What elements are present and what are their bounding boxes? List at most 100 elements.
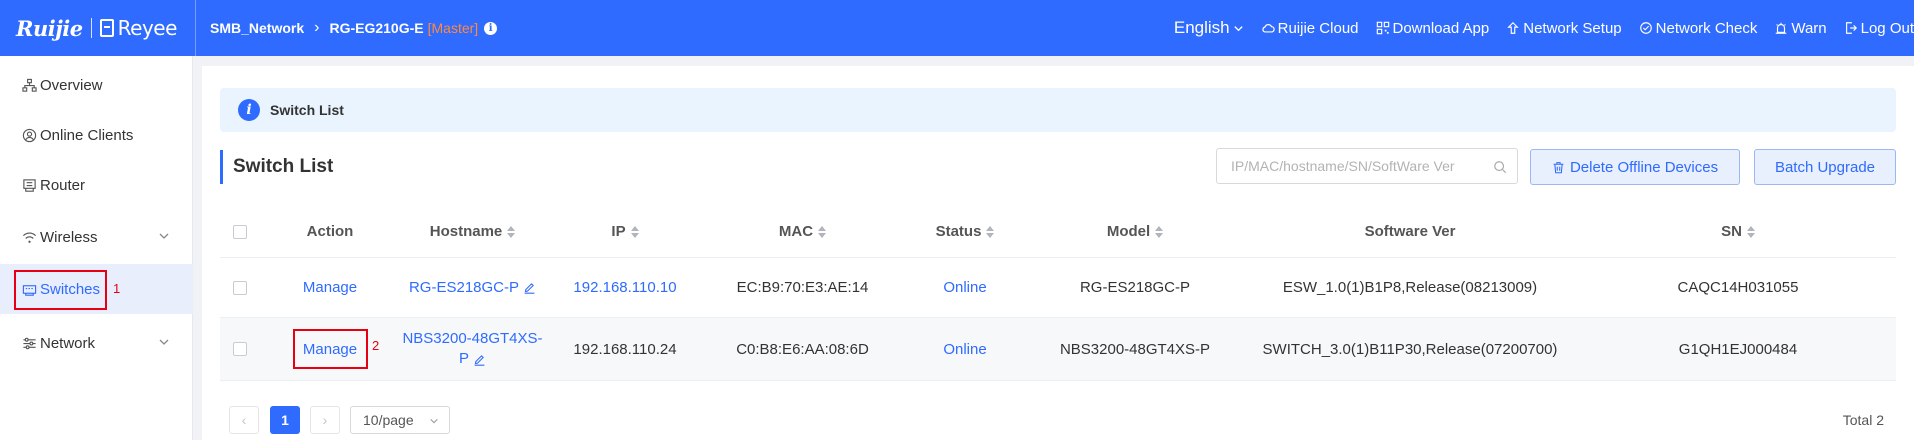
sn-cell: CAQC14H031055 bbox=[1677, 279, 1799, 296]
chevron-down-icon bbox=[159, 339, 169, 345]
sort-icon[interactable] bbox=[986, 225, 995, 238]
chevron-left-icon: ‹ bbox=[241, 412, 247, 428]
sort-icon[interactable] bbox=[630, 225, 639, 238]
network-setup-icon bbox=[1507, 21, 1519, 34]
software-ver-cell: ESW_1.0(1)B1P8,Release(08213009) bbox=[1282, 279, 1538, 296]
hostname-cell[interactable]: NBS3200-48GT4XS- P bbox=[400, 318, 545, 380]
row-checkbox[interactable] bbox=[233, 280, 247, 295]
info-icon: i bbox=[238, 99, 260, 121]
table-row: Manage RG-ES218GC-P 192.168.110.10 EC:B9… bbox=[220, 258, 1896, 318]
software-ver-cell: SWITCH_3.0(1)B11P30,Release(07200700) bbox=[1262, 340, 1558, 358]
sort-icon[interactable] bbox=[818, 225, 827, 238]
row-checkbox-cell bbox=[220, 258, 260, 317]
annotation-number-1: 1 bbox=[113, 281, 121, 296]
header-model-label: Model bbox=[1106, 223, 1151, 240]
select-all-checkbox-cell bbox=[220, 206, 260, 257]
hostname-text: RG-ES218GC-P bbox=[408, 279, 520, 296]
breadcrumb-chevron-icon: › bbox=[314, 19, 320, 36]
hostname-line2: P bbox=[459, 349, 486, 369]
ruijie-cloud-link[interactable]: Ruijie Cloud bbox=[1261, 20, 1359, 37]
page-title: Switch List bbox=[220, 150, 333, 184]
switches-highlight-box bbox=[14, 270, 107, 310]
network-check-link[interactable]: Network Check bbox=[1639, 20, 1757, 37]
edit-icon[interactable] bbox=[523, 281, 536, 294]
sidebar-item-router[interactable]: Router bbox=[0, 160, 193, 210]
logout-link[interactable]: Log Out bbox=[1844, 20, 1914, 37]
select-all-checkbox[interactable] bbox=[233, 224, 247, 239]
sidebar-item-network[interactable]: Network bbox=[0, 318, 193, 368]
delete-offline-devices-button[interactable]: Delete Offline Devices bbox=[1530, 149, 1740, 185]
batch-upgrade-button[interactable]: Batch Upgrade bbox=[1754, 149, 1896, 185]
sort-icon[interactable] bbox=[1746, 225, 1755, 238]
breadcrumb-network[interactable]: SMB_Network bbox=[210, 20, 304, 36]
reyee-mark-icon bbox=[99, 19, 114, 37]
header-ip-label: IP bbox=[611, 223, 626, 240]
header-sn[interactable]: SN bbox=[1580, 206, 1896, 257]
hostname-cell[interactable]: RG-ES218GC-P bbox=[400, 258, 545, 317]
ruijie-logo: Ruijie bbox=[16, 15, 83, 41]
sidebar-item-label: Network bbox=[40, 334, 96, 352]
next-page-button[interactable]: › bbox=[310, 406, 340, 434]
top-nav: English Ruijie Cloud Download App Networ… bbox=[1174, 0, 1914, 56]
ruijie-cloud-label: Ruijie Cloud bbox=[1277, 19, 1359, 37]
header-status-label: Status bbox=[935, 223, 982, 240]
search-box bbox=[1216, 148, 1518, 184]
page-number-button[interactable]: 1 bbox=[270, 406, 300, 434]
warn-link[interactable]: Warn bbox=[1774, 19, 1827, 37]
manage-link[interactable]: Manage bbox=[260, 258, 400, 317]
header-hostname-label: Hostname bbox=[429, 223, 503, 240]
row-checkbox-cell bbox=[220, 318, 260, 380]
header-model[interactable]: Model bbox=[1030, 206, 1240, 257]
mac-cell: C0:B8:E6:AA:08:6D bbox=[736, 340, 869, 358]
warn-label: Warn bbox=[1791, 19, 1827, 37]
network-setup-link[interactable]: Network Setup bbox=[1506, 19, 1622, 37]
header-hostname[interactable]: Hostname bbox=[400, 206, 545, 257]
language-select[interactable]: English bbox=[1174, 18, 1244, 38]
info-icon[interactable]: i bbox=[484, 21, 498, 35]
header-mac[interactable]: MAC bbox=[705, 206, 900, 257]
manage-highlight-box bbox=[293, 329, 368, 369]
search-icon[interactable] bbox=[1493, 160, 1507, 174]
header-status[interactable]: Status bbox=[900, 206, 1030, 257]
ip-link[interactable]: 192.168.110.10 bbox=[545, 258, 705, 317]
sidebar-item-online-clients[interactable]: Online Clients bbox=[0, 110, 193, 160]
mac-cell: EC:B9:70:E3:AE:14 bbox=[736, 279, 869, 296]
qr-code-icon bbox=[1376, 21, 1389, 35]
sort-icon[interactable] bbox=[1155, 225, 1164, 238]
header-mac-label: MAC bbox=[778, 223, 814, 240]
header-action: Action bbox=[306, 223, 354, 240]
sidebar-item-overview[interactable]: Overview bbox=[0, 60, 193, 110]
sidebar-item-label: Wireless bbox=[40, 228, 98, 246]
header-sn-label: SN bbox=[1721, 223, 1742, 240]
brand-logo: Ruijie Reyee bbox=[0, 0, 196, 56]
table-row: Manage NBS3200-48GT4XS- P 192.168.110.24… bbox=[220, 318, 1896, 381]
logout-label: Log Out bbox=[1860, 19, 1914, 37]
hostname-text-line1: NBS3200-48GT4XS- bbox=[402, 330, 543, 347]
ip-cell: 192.168.110.24 bbox=[573, 340, 677, 358]
top-header: Ruijie Reyee SMB_Network › RG-EG210G-E [… bbox=[0, 0, 1914, 56]
status-badge: Online bbox=[943, 340, 987, 358]
breadcrumb: SMB_Network › RG-EG210G-E [Master] i bbox=[196, 19, 498, 37]
edit-icon[interactable] bbox=[473, 353, 486, 366]
master-badge: [Master] bbox=[427, 20, 479, 36]
sidebar-item-label: Online Clients bbox=[40, 126, 134, 144]
model-cell: RG-ES218GC-P bbox=[1079, 279, 1191, 296]
search-input[interactable] bbox=[1217, 149, 1487, 183]
model-cell: NBS3200-48GT4XS-P bbox=[1059, 340, 1211, 358]
page-size-select[interactable]: 10/page bbox=[350, 406, 450, 434]
sort-icon[interactable] bbox=[507, 225, 516, 238]
prev-page-button[interactable]: ‹ bbox=[229, 406, 259, 434]
network-icon bbox=[23, 337, 36, 349]
sidebar-item-wireless[interactable]: Wireless bbox=[0, 212, 193, 262]
download-app-label: Download App bbox=[1392, 19, 1490, 37]
total-count: Total 2 bbox=[1842, 412, 1884, 428]
row-checkbox[interactable] bbox=[233, 342, 247, 356]
logout-icon bbox=[1845, 22, 1857, 34]
download-app-link[interactable]: Download App bbox=[1376, 19, 1490, 37]
user-icon bbox=[22, 128, 37, 142]
network-setup-label: Network Setup bbox=[1523, 19, 1622, 37]
status-badge: Online bbox=[943, 279, 987, 296]
header-ip[interactable]: IP bbox=[545, 206, 705, 257]
network-check-icon bbox=[1639, 22, 1652, 34]
chevron-down-icon bbox=[1233, 25, 1243, 31]
